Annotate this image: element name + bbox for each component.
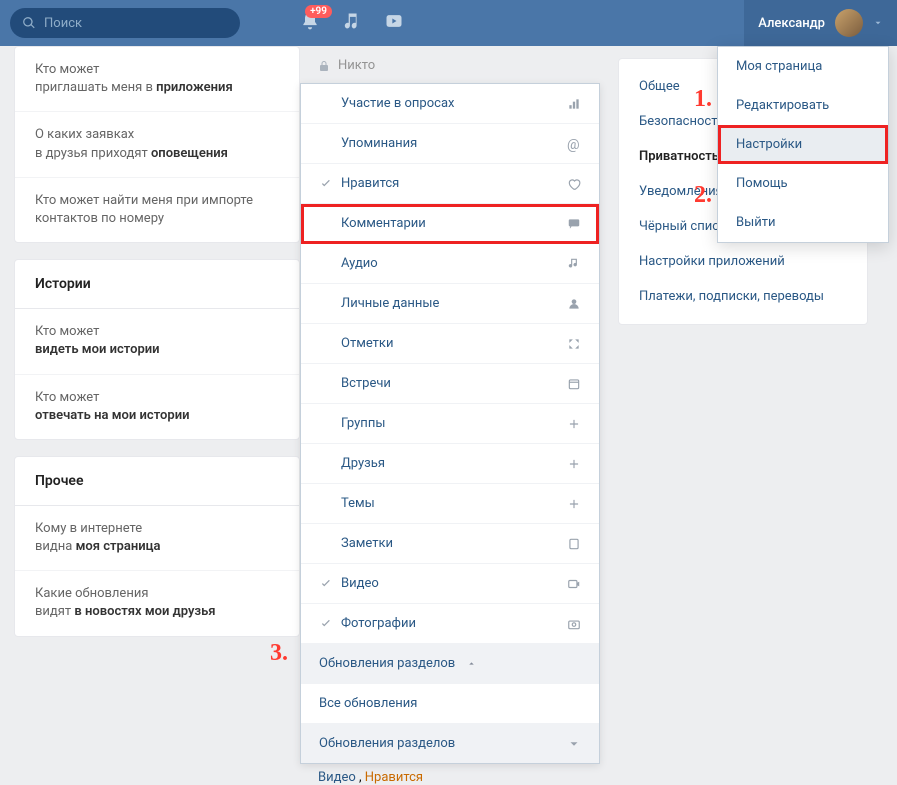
calendar-icon [567,377,581,391]
plus-icon [567,497,581,511]
update-types-dropdown: Участие в опросах Упоминания @ Нравится … [300,83,600,764]
search-input[interactable] [44,16,224,31]
music-icon [567,257,581,271]
dd-item-like[interactable]: Нравится [301,164,599,204]
setting-row[interactable]: Кто может отвечать на мои истории [15,375,299,439]
video-icon [567,577,581,591]
notifications-icon[interactable]: +99 [300,11,320,35]
user-dropdown: Моя страница Редактировать Настройки Пом… [717,46,889,243]
avatar [835,9,863,37]
top-navbar: +99 Александр [0,0,897,46]
caret-up-icon [467,659,476,668]
dd-item-topics[interactable]: Темы [301,484,599,524]
setting-row[interactable]: О каких заявках в друзья приходят оповещ… [15,112,299,177]
camera-icon [567,617,581,631]
search-icon [22,16,36,30]
dd-item-tags[interactable]: Отметки [301,324,599,364]
dd-item-notes[interactable]: Заметки [301,524,599,564]
chevron-down-icon [873,18,883,28]
tag-video: Видео [318,770,356,785]
settings-panel-privacy-top: Кто может приглашать меня в приложения О… [14,46,300,243]
note-icon [567,537,581,551]
selected-tags: Видео , Нравится [300,764,600,785]
dd-item-groups[interactable]: Группы [301,404,599,444]
user-dd-my-page[interactable]: Моя страница [718,47,888,86]
setting-row[interactable]: Кто может найти меня при импорте контакт… [15,178,299,242]
dd-item-mentions[interactable]: Упоминания @ [301,124,599,164]
dd-item-photos[interactable]: Фотографии [301,604,599,644]
user-dd-settings[interactable]: Настройки [718,125,888,164]
setting-row[interactable]: Кому в интернете видна моя страница [15,506,299,571]
dd-item-comments[interactable]: Комментарии [301,204,599,244]
user-name: Александр [758,16,825,31]
chevron-down-icon [567,737,581,751]
current-value: Никто [300,58,600,83]
heart-icon [567,177,581,191]
search-box[interactable] [10,8,240,38]
at-icon: @ [567,137,581,151]
user-dd-edit[interactable]: Редактировать [718,86,888,125]
comment-icon [567,217,581,231]
dd-item-video[interactable]: Видео [301,564,599,604]
plus-icon [567,417,581,431]
bars-icon [567,97,581,111]
expand-icon [567,337,581,351]
dd-item-audio[interactable]: Аудио [301,244,599,284]
panel-header-other: Прочее [15,457,299,506]
sidebar-item-apps[interactable]: Настройки приложений [619,244,867,279]
check-icon [319,617,333,631]
sidebar-item-payments[interactable]: Платежи, подписки, переводы [619,279,867,314]
settings-panel-other: Прочее Кому в интернете видна моя страни… [14,456,300,637]
music-icon[interactable] [342,11,362,35]
dd-item-personal[interactable]: Личные данные [301,284,599,324]
user-menu-trigger[interactable]: Александр [744,0,897,46]
setting-row[interactable]: Кто может приглашать меня в приложения [15,47,299,112]
dd-item-polls[interactable]: Участие в опросах [301,84,599,124]
dd-bottom-selected[interactable]: Обновления разделов [301,724,599,763]
lock-icon [318,60,330,72]
user-dd-help[interactable]: Помощь [718,164,888,203]
dd-all-updates[interactable]: Все обновления [301,684,599,724]
setting-row[interactable]: Кто может видеть мои истории [15,309,299,374]
setting-row[interactable]: Какие обновления видят в новостях мои др… [15,571,299,635]
notifications-badge: +99 [305,5,332,18]
user-dd-logout[interactable]: Выйти [718,203,888,242]
person-icon [567,297,581,311]
check-icon [319,577,333,591]
dd-item-events[interactable]: Встречи [301,364,599,404]
video-icon[interactable] [384,11,404,35]
plus-icon [567,457,581,471]
panel-header-stories: Истории [15,260,299,309]
tag-like: Нравится [365,770,423,785]
current-value-text: Никто [338,58,375,73]
dd-section-header[interactable]: Обновления разделов [301,644,599,684]
dd-item-friends[interactable]: Друзья [301,444,599,484]
check-icon [319,177,333,191]
settings-panel-stories: Истории Кто может видеть мои истории Кто… [14,259,300,440]
